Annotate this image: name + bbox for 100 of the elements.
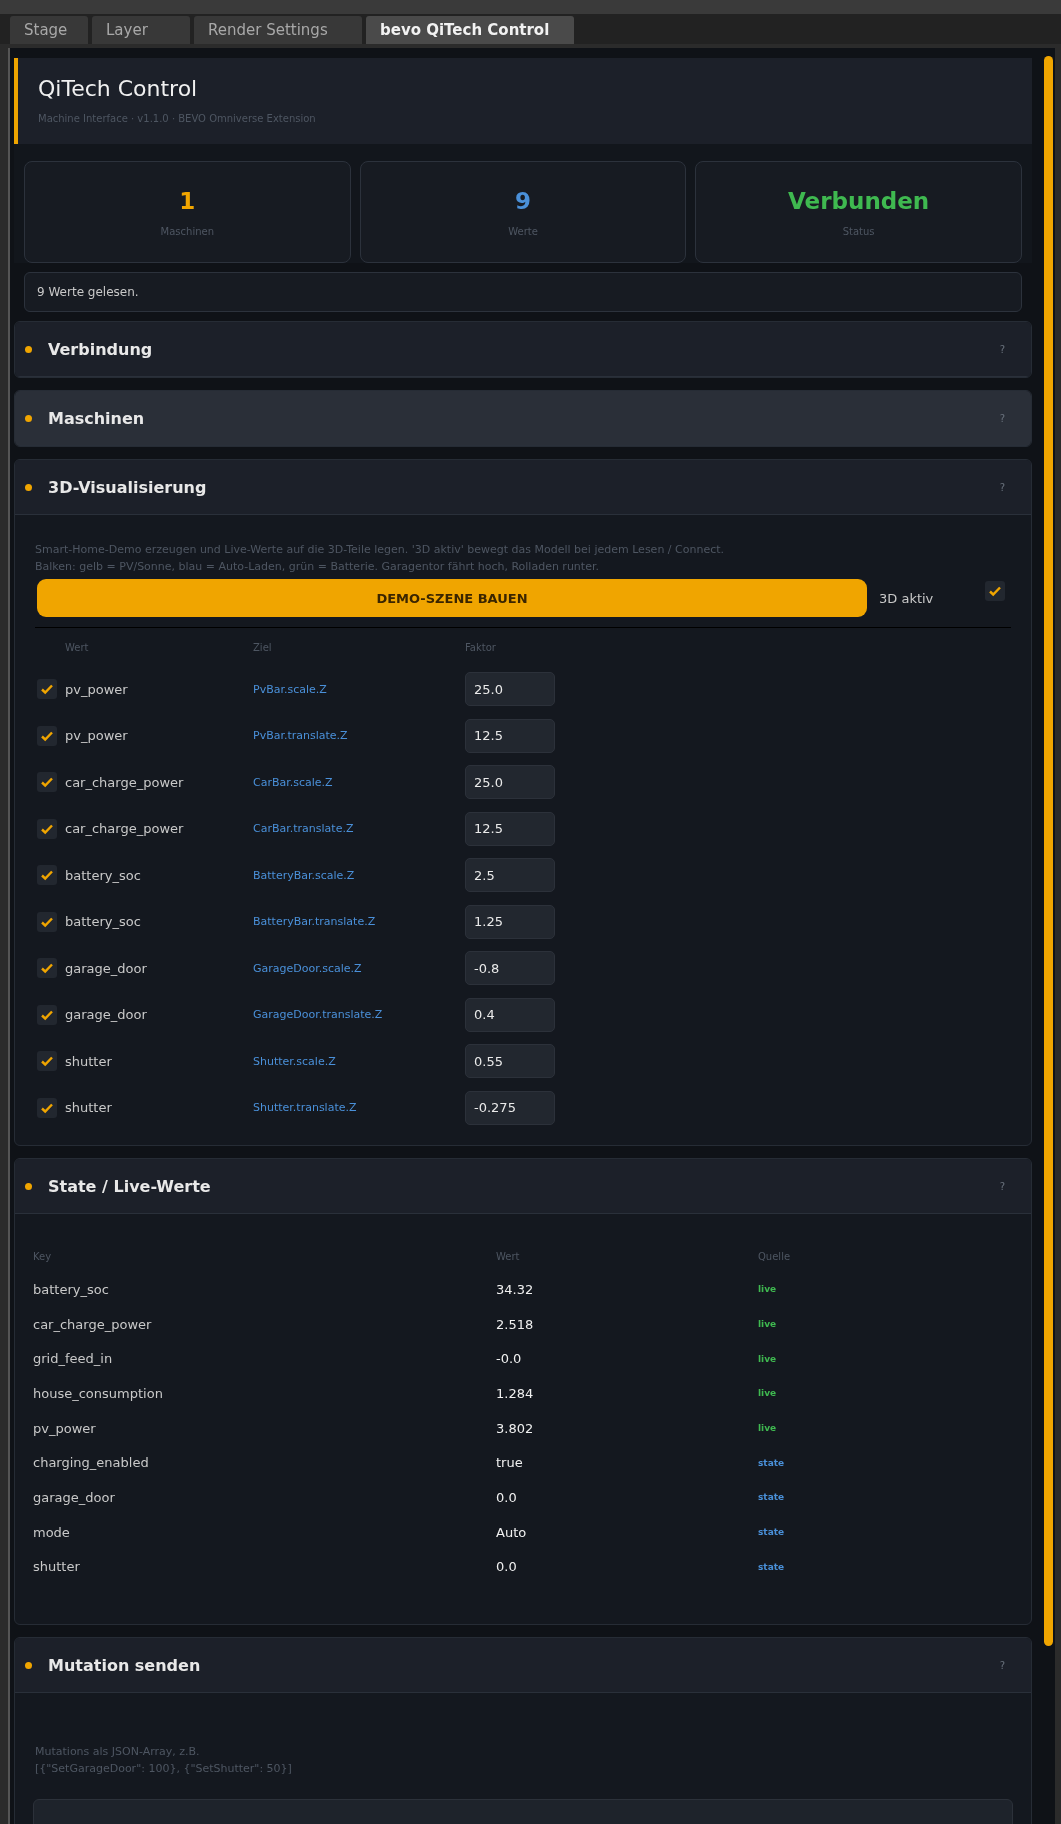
source-tag: state: [758, 1527, 785, 1538]
table-cell-text: -0.0: [496, 1351, 523, 1367]
section-header[interactable]: State / Live-Werte ?: [15, 1159, 1031, 1214]
source-tag: live: [758, 1388, 777, 1399]
help-icon[interactable]: ?: [999, 343, 1005, 355]
column-header: Key: [33, 1250, 53, 1262]
factor-field[interactable]: 12.5: [465, 718, 555, 753]
source-tag: live: [758, 1423, 777, 1434]
value-name: shutter: [65, 1100, 113, 1116]
section-title: State / Live-Werte: [48, 1176, 212, 1196]
table-cell-text: true: [496, 1455, 524, 1471]
factor-field[interactable]: 25.0: [465, 765, 555, 800]
toggle-label: 3D aktiv: [879, 590, 935, 606]
checkbox[interactable]: [37, 772, 57, 793]
table-cell-text: shutter: [33, 1559, 81, 1575]
section-title: 3D-Visualisierung: [48, 477, 208, 497]
tab[interactable]: Render Settings: [194, 16, 362, 44]
checkbox[interactable]: [37, 725, 57, 746]
table-cell-text: Auto: [496, 1524, 528, 1540]
source-tag: live: [758, 1319, 777, 1330]
stat-value: Verbunden: [788, 187, 930, 214]
value-name: battery_soc: [65, 914, 142, 930]
target-path: BatteryBar.scale.Z: [253, 868, 356, 882]
factor-field[interactable]: 2.5: [465, 858, 555, 893]
factor-field[interactable]: 0.4: [465, 997, 555, 1032]
factor-field[interactable]: -0.8: [465, 951, 555, 986]
value-name: garage_door: [65, 960, 148, 976]
table-cell-text: car_charge_power: [33, 1316, 153, 1332]
build-demo-button[interactable]: DEMO-SZENE BAUEN: [37, 579, 867, 617]
stat-label: Werte: [508, 225, 538, 237]
bullet-icon: [25, 414, 32, 422]
help-icon[interactable]: ?: [999, 1180, 1005, 1192]
description-text: Mutations als JSON-Array, z.B. [{"SetGarageDoor": 100}, {"SetShutter": 50}]: [34, 1744, 293, 1778]
column-header: Wert: [65, 641, 90, 653]
factor-field[interactable]: 1.25: [465, 904, 555, 939]
table-cell-text: 34.32: [496, 1281, 535, 1297]
stat-value: 1: [179, 187, 196, 214]
target-path: Shutter.scale.Z: [253, 1054, 337, 1068]
tab[interactable]: Stage: [10, 16, 88, 44]
help-icon[interactable]: ?: [999, 481, 1005, 493]
section-title: Maschinen: [48, 408, 146, 428]
factor-field[interactable]: 0.55: [465, 1044, 555, 1079]
source-tag: live: [758, 1353, 777, 1364]
column-header: Quelle: [758, 1250, 791, 1262]
checkbox[interactable]: [37, 865, 57, 886]
checkbox[interactable]: [37, 958, 57, 979]
stat-label: Maschinen: [160, 225, 215, 237]
checkbox[interactable]: [37, 1051, 57, 1072]
section-title: Mutation senden: [48, 1655, 202, 1675]
source-tag: state: [758, 1561, 785, 1572]
table-cell-text: grid_feed_in: [33, 1351, 114, 1367]
table-cell-text: charging_enabled: [33, 1455, 150, 1471]
section-title: Verbindung: [48, 339, 154, 359]
table-cell-text: house_consumption: [33, 1385, 164, 1401]
factor-field[interactable]: -0.275: [465, 1090, 555, 1125]
checkbox[interactable]: [985, 581, 1005, 601]
value-name: pv_power: [65, 728, 129, 744]
checkbox[interactable]: [37, 1004, 57, 1025]
table-cell-text: 1.284: [496, 1385, 535, 1401]
tab[interactable]: bevo QiTech Control: [366, 16, 574, 44]
section-header[interactable]: Maschinen ?: [15, 391, 1031, 446]
stat-label: Status: [842, 225, 875, 237]
value-name: shutter: [65, 1053, 113, 1069]
bullet-icon: [25, 483, 32, 491]
checkbox[interactable]: [37, 818, 57, 839]
checkbox[interactable]: [37, 911, 57, 932]
table-cell-text: garage_door: [33, 1489, 116, 1505]
table-cell-text: pv_power: [33, 1420, 97, 1436]
table-cell-text: 0.0: [496, 1489, 518, 1505]
value-name: car_charge_power: [65, 821, 185, 837]
target-path: BatteryBar.translate.Z: [253, 915, 377, 929]
tab[interactable]: Layer: [92, 16, 190, 44]
column-header: Ziel: [253, 641, 273, 653]
factor-field[interactable]: 12.5: [465, 811, 555, 846]
table-cell-text: battery_soc: [33, 1281, 110, 1297]
table-cell-text: 2.518: [496, 1316, 535, 1332]
section-header[interactable]: Verbindung ?: [15, 322, 1031, 377]
source-tag: state: [758, 1492, 785, 1503]
help-icon[interactable]: ?: [999, 1659, 1005, 1671]
value-name: car_charge_power: [65, 774, 185, 790]
source-tag: live: [758, 1284, 777, 1295]
column-header: Faktor: [465, 641, 496, 653]
stat-value: 9: [515, 187, 531, 214]
checkbox[interactable]: [37, 1097, 57, 1118]
scrollbar[interactable]: [1044, 56, 1053, 1646]
target-path: GarageDoor.translate.Z: [253, 1008, 384, 1022]
factor-field[interactable]: 25.0: [465, 672, 555, 707]
table-cell-text: mode: [33, 1524, 71, 1540]
target-path: Shutter.translate.Z: [253, 1101, 358, 1115]
target-path: PvBar.translate.Z: [253, 729, 349, 743]
bullet-icon: [25, 1182, 32, 1190]
table-cell-text: 0.0: [496, 1559, 518, 1575]
bullet-icon: [25, 1661, 32, 1669]
target-path: GarageDoor.scale.Z: [253, 961, 363, 975]
checkbox[interactable]: [37, 679, 57, 700]
section-header[interactable]: 3D-Visualisierung ?: [15, 460, 1031, 515]
description-text: Smart-Home-Demo erzeugen und Live-Werte auf die 3D-Teile legen. '3D aktiv' bewegt das Modell bei jedem Lesen / Connect. Balken: gelb = PV/Sonne, blau = Auto-Laden, grün = Batterie. Garagentor fährt hoch, Rolladen runter.: [34, 542, 726, 575]
section-header[interactable]: Mutation senden ?: [15, 1638, 1031, 1694]
panel-title: QiTech Control: [38, 76, 199, 101]
target-path: CarBar.scale.Z: [253, 775, 334, 789]
